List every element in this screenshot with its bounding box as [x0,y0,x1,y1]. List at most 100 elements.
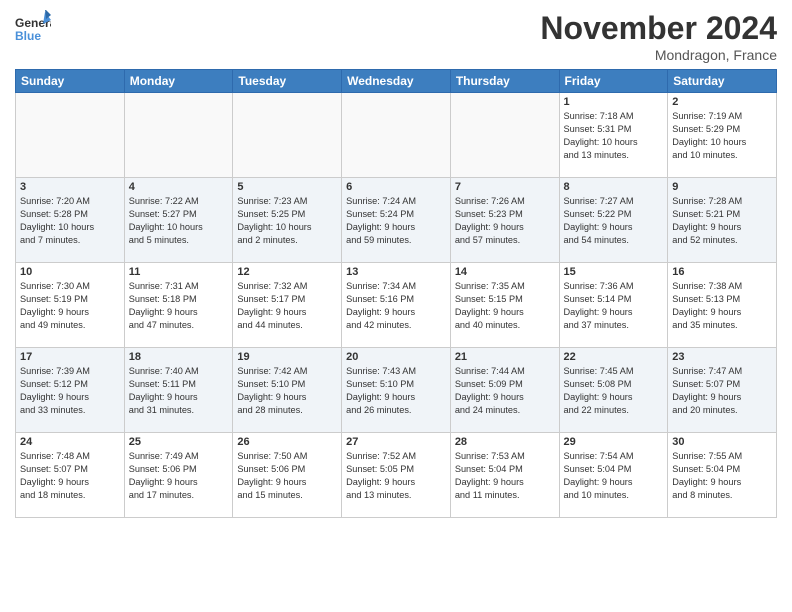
day-number: 17 [20,351,120,363]
day-number: 21 [455,351,555,363]
day-info: Sunrise: 7:28 AM Sunset: 5:21 PM Dayligh… [672,195,772,247]
header-wednesday: Wednesday [342,70,451,93]
day-number: 18 [129,351,229,363]
day-number: 26 [237,436,337,448]
day-info: Sunrise: 7:36 AM Sunset: 5:14 PM Dayligh… [564,280,664,332]
day-info: Sunrise: 7:47 AM Sunset: 5:07 PM Dayligh… [672,365,772,417]
day-number: 7 [455,181,555,193]
day-info: Sunrise: 7:31 AM Sunset: 5:18 PM Dayligh… [129,280,229,332]
calendar-cell: 22Sunrise: 7:45 AM Sunset: 5:08 PM Dayli… [559,348,668,433]
day-number: 25 [129,436,229,448]
day-info: Sunrise: 7:54 AM Sunset: 5:04 PM Dayligh… [564,450,664,502]
header-friday: Friday [559,70,668,93]
day-info: Sunrise: 7:38 AM Sunset: 5:13 PM Dayligh… [672,280,772,332]
calendar-cell [124,93,233,178]
calendar-cell: 26 Sunrise: 7:50 AM Sunset: 5:06 PM Dayli… [233,433,342,518]
day-info: Sunrise: 7:55 AM Sunset: 5:04 PM Dayligh… [672,450,772,502]
header-thursday: Thursday [450,70,559,93]
logo: General Blue [15,10,51,46]
day-number: 4 [129,181,229,193]
calendar-cell: 14 Sunrise: 7:35 AM Sunset: 5:15 PM Dayli… [450,263,559,348]
day-number: 22 [564,351,664,363]
day-info: Sunrise: 7:23 AM Sunset: 5:25 PM Dayligh… [237,195,337,247]
calendar-cell: 1 Sunrise: 7:18 AM Sunset: 5:31 PM Daylig… [559,93,668,178]
day-number: 10 [20,266,120,278]
day-number: 28 [455,436,555,448]
calendar-cell [342,93,451,178]
day-number: 1 [564,96,664,108]
day-number: 3 [20,181,120,193]
day-number: 9 [672,181,772,193]
calendar-table: Sunday Monday Tuesday Wednesday Thursday… [15,69,777,518]
day-number: 29 [564,436,664,448]
calendar-cell: 16 Sunrise: 7:38 AM Sunset: 5:13 PM Dayli… [668,263,777,348]
day-info: Sunrise: 7:32 AM Sunset: 5:17 PM Dayligh… [237,280,337,332]
page: General Blue November 2024 Mondragon, Fr… [0,0,792,612]
location: Mondragon, France [540,47,777,63]
title-block: November 2024 Mondragon, France [540,10,777,63]
day-number: 6 [346,181,446,193]
day-number: 12 [237,266,337,278]
day-info: Sunrise: 7:50 AM Sunset: 5:06 PM Dayligh… [237,450,337,502]
calendar-cell: 28 Sunrise: 7:53 AM Sunset: 5:04 PM Dayli… [450,433,559,518]
weekday-header-row: Sunday Monday Tuesday Wednesday Thursday… [16,70,777,93]
calendar-cell: 7 Sunrise: 7:26 AM Sunset: 5:23 PM Daylig… [450,178,559,263]
calendar-cell [233,93,342,178]
header-saturday: Saturday [668,70,777,93]
calendar-week-2: 3 Sunrise: 7:20 AM Sunset: 5:28 PM Daylig… [16,178,777,263]
calendar-cell [450,93,559,178]
day-info: Sunrise: 7:40 AM Sunset: 5:11 PM Dayligh… [129,365,229,417]
day-number: 8 [564,181,664,193]
day-info: Sunrise: 7:39 AM Sunset: 5:12 PM Dayligh… [20,365,120,417]
calendar-cell: 2Sunrise: 7:19 AM Sunset: 5:29 PM Daylig… [668,93,777,178]
calendar-cell: 9 Sunrise: 7:28 AM Sunset: 5:21 PM Daylig… [668,178,777,263]
calendar-cell: 13 Sunrise: 7:34 AM Sunset: 5:16 PM Dayli… [342,263,451,348]
day-number: 16 [672,266,772,278]
header-sunday: Sunday [16,70,125,93]
header-tuesday: Tuesday [233,70,342,93]
day-info: Sunrise: 7:27 AM Sunset: 5:22 PM Dayligh… [564,195,664,247]
day-info: Sunrise: 7:24 AM Sunset: 5:24 PM Dayligh… [346,195,446,247]
day-number: 27 [346,436,446,448]
calendar-cell: 6 Sunrise: 7:24 AM Sunset: 5:24 PM Daylig… [342,178,451,263]
calendar-cell: 12 Sunrise: 7:32 AM Sunset: 5:17 PM Dayli… [233,263,342,348]
day-number: 14 [455,266,555,278]
day-number: 19 [237,351,337,363]
calendar-cell: 29 Sunrise: 7:54 AM Sunset: 5:04 PM Dayli… [559,433,668,518]
day-number: 5 [237,181,337,193]
day-info: Sunrise: 7:34 AM Sunset: 5:16 PM Dayligh… [346,280,446,332]
calendar-week-4: 17 Sunrise: 7:39 AM Sunset: 5:12 PM Dayli… [16,348,777,433]
calendar-cell: 3 Sunrise: 7:20 AM Sunset: 5:28 PM Daylig… [16,178,125,263]
day-info: Sunrise: 7:42 AM Sunset: 5:10 PM Dayligh… [237,365,337,417]
calendar-cell [16,93,125,178]
day-info: Sunrise: 7:44 AM Sunset: 5:09 PM Dayligh… [455,365,555,417]
calendar-cell: 5 Sunrise: 7:23 AM Sunset: 5:25 PM Daylig… [233,178,342,263]
calendar-cell: 10 Sunrise: 7:30 AM Sunset: 5:19 PM Dayli… [16,263,125,348]
logo-container: General Blue [15,10,51,46]
calendar-cell: 19 Sunrise: 7:42 AM Sunset: 5:10 PM Dayli… [233,348,342,433]
day-info: Sunrise: 7:30 AM Sunset: 5:19 PM Dayligh… [20,280,120,332]
calendar-cell: 24Sunrise: 7:48 AM Sunset: 5:07 PM Dayli… [16,433,125,518]
calendar-cell: 25 Sunrise: 7:49 AM Sunset: 5:06 PM Dayli… [124,433,233,518]
day-number: 24 [20,436,120,448]
calendar-cell: 18 Sunrise: 7:40 AM Sunset: 5:11 PM Dayli… [124,348,233,433]
day-info: Sunrise: 7:20 AM Sunset: 5:28 PM Dayligh… [20,195,120,247]
calendar-week-5: 24Sunrise: 7:48 AM Sunset: 5:07 PM Dayli… [16,433,777,518]
day-info: Sunrise: 7:53 AM Sunset: 5:04 PM Dayligh… [455,450,555,502]
day-number: 11 [129,266,229,278]
calendar-cell: 23Sunrise: 7:47 AM Sunset: 5:07 PM Dayli… [668,348,777,433]
calendar-cell: 8 Sunrise: 7:27 AM Sunset: 5:22 PM Daylig… [559,178,668,263]
day-info: Sunrise: 7:18 AM Sunset: 5:31 PM Dayligh… [564,110,664,162]
calendar-cell: 11 Sunrise: 7:31 AM Sunset: 5:18 PM Dayli… [124,263,233,348]
header: General Blue November 2024 Mondragon, Fr… [15,10,777,63]
calendar-cell: 21 Sunrise: 7:44 AM Sunset: 5:09 PM Dayli… [450,348,559,433]
header-monday: Monday [124,70,233,93]
day-info: Sunrise: 7:26 AM Sunset: 5:23 PM Dayligh… [455,195,555,247]
day-info: Sunrise: 7:35 AM Sunset: 5:15 PM Dayligh… [455,280,555,332]
day-number: 13 [346,266,446,278]
logo-bird-icon: General Blue [15,10,51,46]
month-title: November 2024 [540,10,777,47]
day-info: Sunrise: 7:49 AM Sunset: 5:06 PM Dayligh… [129,450,229,502]
calendar-week-3: 10 Sunrise: 7:30 AM Sunset: 5:19 PM Dayli… [16,263,777,348]
calendar-cell: 17 Sunrise: 7:39 AM Sunset: 5:12 PM Dayli… [16,348,125,433]
